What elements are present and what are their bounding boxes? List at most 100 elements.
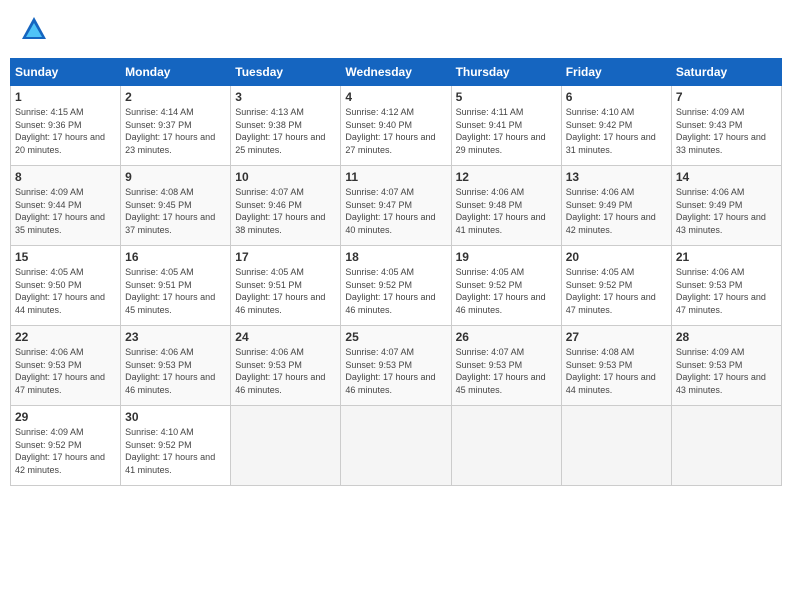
day-number: 12 xyxy=(456,170,557,184)
day-info: Sunrise: 4:08 AMSunset: 9:53 PMDaylight:… xyxy=(566,347,656,395)
calendar-cell-day-16: 16 Sunrise: 4:05 AMSunset: 9:51 PMDaylig… xyxy=(121,246,231,326)
day-info: Sunrise: 4:07 AMSunset: 9:46 PMDaylight:… xyxy=(235,187,325,235)
calendar-cell-day-8: 8 Sunrise: 4:09 AMSunset: 9:44 PMDayligh… xyxy=(11,166,121,246)
day-info: Sunrise: 4:05 AMSunset: 9:51 PMDaylight:… xyxy=(125,267,215,315)
calendar-cell-day-24: 24 Sunrise: 4:06 AMSunset: 9:53 PMDaylig… xyxy=(231,326,341,406)
day-number: 7 xyxy=(676,90,777,104)
calendar-header-thursday: Thursday xyxy=(451,59,561,86)
day-number: 9 xyxy=(125,170,226,184)
day-info: Sunrise: 4:06 AMSunset: 9:49 PMDaylight:… xyxy=(566,187,656,235)
day-number: 29 xyxy=(15,410,116,424)
day-number: 16 xyxy=(125,250,226,264)
calendar-cell-day-17: 17 Sunrise: 4:05 AMSunset: 9:51 PMDaylig… xyxy=(231,246,341,326)
day-number: 14 xyxy=(676,170,777,184)
calendar-cell-day-18: 18 Sunrise: 4:05 AMSunset: 9:52 PMDaylig… xyxy=(341,246,451,326)
calendar-cell-day-13: 13 Sunrise: 4:06 AMSunset: 9:49 PMDaylig… xyxy=(561,166,671,246)
day-number: 13 xyxy=(566,170,667,184)
calendar-cell-day-11: 11 Sunrise: 4:07 AMSunset: 9:47 PMDaylig… xyxy=(341,166,451,246)
day-number: 30 xyxy=(125,410,226,424)
day-info: Sunrise: 4:10 AMSunset: 9:52 PMDaylight:… xyxy=(125,427,215,475)
calendar-cell-day-26: 26 Sunrise: 4:07 AMSunset: 9:53 PMDaylig… xyxy=(451,326,561,406)
calendar-cell-day-21: 21 Sunrise: 4:06 AMSunset: 9:53 PMDaylig… xyxy=(671,246,781,326)
day-info: Sunrise: 4:13 AMSunset: 9:38 PMDaylight:… xyxy=(235,107,325,155)
day-info: Sunrise: 4:08 AMSunset: 9:45 PMDaylight:… xyxy=(125,187,215,235)
day-info: Sunrise: 4:06 AMSunset: 9:53 PMDaylight:… xyxy=(125,347,215,395)
calendar-cell-day-2: 2 Sunrise: 4:14 AMSunset: 9:37 PMDayligh… xyxy=(121,86,231,166)
day-info: Sunrise: 4:09 AMSunset: 9:52 PMDaylight:… xyxy=(15,427,105,475)
day-number: 20 xyxy=(566,250,667,264)
day-info: Sunrise: 4:09 AMSunset: 9:53 PMDaylight:… xyxy=(676,347,766,395)
calendar-header-wednesday: Wednesday xyxy=(341,59,451,86)
day-number: 5 xyxy=(456,90,557,104)
calendar-header-tuesday: Tuesday xyxy=(231,59,341,86)
calendar-cell-day-27: 27 Sunrise: 4:08 AMSunset: 9:53 PMDaylig… xyxy=(561,326,671,406)
day-info: Sunrise: 4:06 AMSunset: 9:49 PMDaylight:… xyxy=(676,187,766,235)
day-number: 18 xyxy=(345,250,446,264)
day-number: 8 xyxy=(15,170,116,184)
day-info: Sunrise: 4:15 AMSunset: 9:36 PMDaylight:… xyxy=(15,107,105,155)
day-number: 25 xyxy=(345,330,446,344)
day-info: Sunrise: 4:11 AMSunset: 9:41 PMDaylight:… xyxy=(456,107,546,155)
calendar-cell-day-25: 25 Sunrise: 4:07 AMSunset: 9:53 PMDaylig… xyxy=(341,326,451,406)
calendar-cell-day-15: 15 Sunrise: 4:05 AMSunset: 9:50 PMDaylig… xyxy=(11,246,121,326)
day-number: 19 xyxy=(456,250,557,264)
day-info: Sunrise: 4:07 AMSunset: 9:47 PMDaylight:… xyxy=(345,187,435,235)
calendar-header-row: SundayMondayTuesdayWednesdayThursdayFrid… xyxy=(11,59,782,86)
calendar-cell-day-28: 28 Sunrise: 4:09 AMSunset: 9:53 PMDaylig… xyxy=(671,326,781,406)
day-number: 23 xyxy=(125,330,226,344)
day-info: Sunrise: 4:05 AMSunset: 9:51 PMDaylight:… xyxy=(235,267,325,315)
calendar-week-2: 8 Sunrise: 4:09 AMSunset: 9:44 PMDayligh… xyxy=(11,166,782,246)
day-number: 24 xyxy=(235,330,336,344)
day-number: 11 xyxy=(345,170,446,184)
day-number: 21 xyxy=(676,250,777,264)
day-number: 1 xyxy=(15,90,116,104)
logo-icon xyxy=(20,15,48,43)
calendar-header-friday: Friday xyxy=(561,59,671,86)
day-number: 10 xyxy=(235,170,336,184)
day-number: 4 xyxy=(345,90,446,104)
day-info: Sunrise: 4:05 AMSunset: 9:52 PMDaylight:… xyxy=(456,267,546,315)
calendar-cell-day-30: 30 Sunrise: 4:10 AMSunset: 9:52 PMDaylig… xyxy=(121,406,231,486)
calendar-week-4: 22 Sunrise: 4:06 AMSunset: 9:53 PMDaylig… xyxy=(11,326,782,406)
calendar-cell-empty xyxy=(341,406,451,486)
calendar-cell-day-19: 19 Sunrise: 4:05 AMSunset: 9:52 PMDaylig… xyxy=(451,246,561,326)
day-info: Sunrise: 4:09 AMSunset: 9:43 PMDaylight:… xyxy=(676,107,766,155)
day-info: Sunrise: 4:06 AMSunset: 9:53 PMDaylight:… xyxy=(676,267,766,315)
day-info: Sunrise: 4:05 AMSunset: 9:50 PMDaylight:… xyxy=(15,267,105,315)
day-info: Sunrise: 4:10 AMSunset: 9:42 PMDaylight:… xyxy=(566,107,656,155)
calendar-cell-day-29: 29 Sunrise: 4:09 AMSunset: 9:52 PMDaylig… xyxy=(11,406,121,486)
day-info: Sunrise: 4:09 AMSunset: 9:44 PMDaylight:… xyxy=(15,187,105,235)
day-number: 22 xyxy=(15,330,116,344)
calendar-header-sunday: Sunday xyxy=(11,59,121,86)
day-number: 3 xyxy=(235,90,336,104)
day-number: 27 xyxy=(566,330,667,344)
calendar-cell-day-1: 1 Sunrise: 4:15 AMSunset: 9:36 PMDayligh… xyxy=(11,86,121,166)
day-info: Sunrise: 4:07 AMSunset: 9:53 PMDaylight:… xyxy=(345,347,435,395)
calendar-week-3: 15 Sunrise: 4:05 AMSunset: 9:50 PMDaylig… xyxy=(11,246,782,326)
calendar-cell-day-10: 10 Sunrise: 4:07 AMSunset: 9:46 PMDaylig… xyxy=(231,166,341,246)
calendar-cell-day-12: 12 Sunrise: 4:06 AMSunset: 9:48 PMDaylig… xyxy=(451,166,561,246)
calendar-cell-empty xyxy=(231,406,341,486)
calendar-cell-day-4: 4 Sunrise: 4:12 AMSunset: 9:40 PMDayligh… xyxy=(341,86,451,166)
calendar-header-monday: Monday xyxy=(121,59,231,86)
calendar-cell-day-7: 7 Sunrise: 4:09 AMSunset: 9:43 PMDayligh… xyxy=(671,86,781,166)
calendar-week-1: 1 Sunrise: 4:15 AMSunset: 9:36 PMDayligh… xyxy=(11,86,782,166)
calendar-cell-day-23: 23 Sunrise: 4:06 AMSunset: 9:53 PMDaylig… xyxy=(121,326,231,406)
calendar-cell-empty xyxy=(451,406,561,486)
calendar-cell-day-9: 9 Sunrise: 4:08 AMSunset: 9:45 PMDayligh… xyxy=(121,166,231,246)
day-info: Sunrise: 4:06 AMSunset: 9:53 PMDaylight:… xyxy=(235,347,325,395)
day-info: Sunrise: 4:06 AMSunset: 9:53 PMDaylight:… xyxy=(15,347,105,395)
logo xyxy=(20,15,52,43)
page-header xyxy=(10,10,782,48)
day-info: Sunrise: 4:12 AMSunset: 9:40 PMDaylight:… xyxy=(345,107,435,155)
calendar-cell-day-5: 5 Sunrise: 4:11 AMSunset: 9:41 PMDayligh… xyxy=(451,86,561,166)
calendar-header-saturday: Saturday xyxy=(671,59,781,86)
day-number: 2 xyxy=(125,90,226,104)
calendar-cell-empty xyxy=(561,406,671,486)
calendar-cell-day-14: 14 Sunrise: 4:06 AMSunset: 9:49 PMDaylig… xyxy=(671,166,781,246)
day-info: Sunrise: 4:07 AMSunset: 9:53 PMDaylight:… xyxy=(456,347,546,395)
calendar-table: SundayMondayTuesdayWednesdayThursdayFrid… xyxy=(10,58,782,486)
calendar-cell-day-20: 20 Sunrise: 4:05 AMSunset: 9:52 PMDaylig… xyxy=(561,246,671,326)
day-info: Sunrise: 4:06 AMSunset: 9:48 PMDaylight:… xyxy=(456,187,546,235)
day-number: 15 xyxy=(15,250,116,264)
